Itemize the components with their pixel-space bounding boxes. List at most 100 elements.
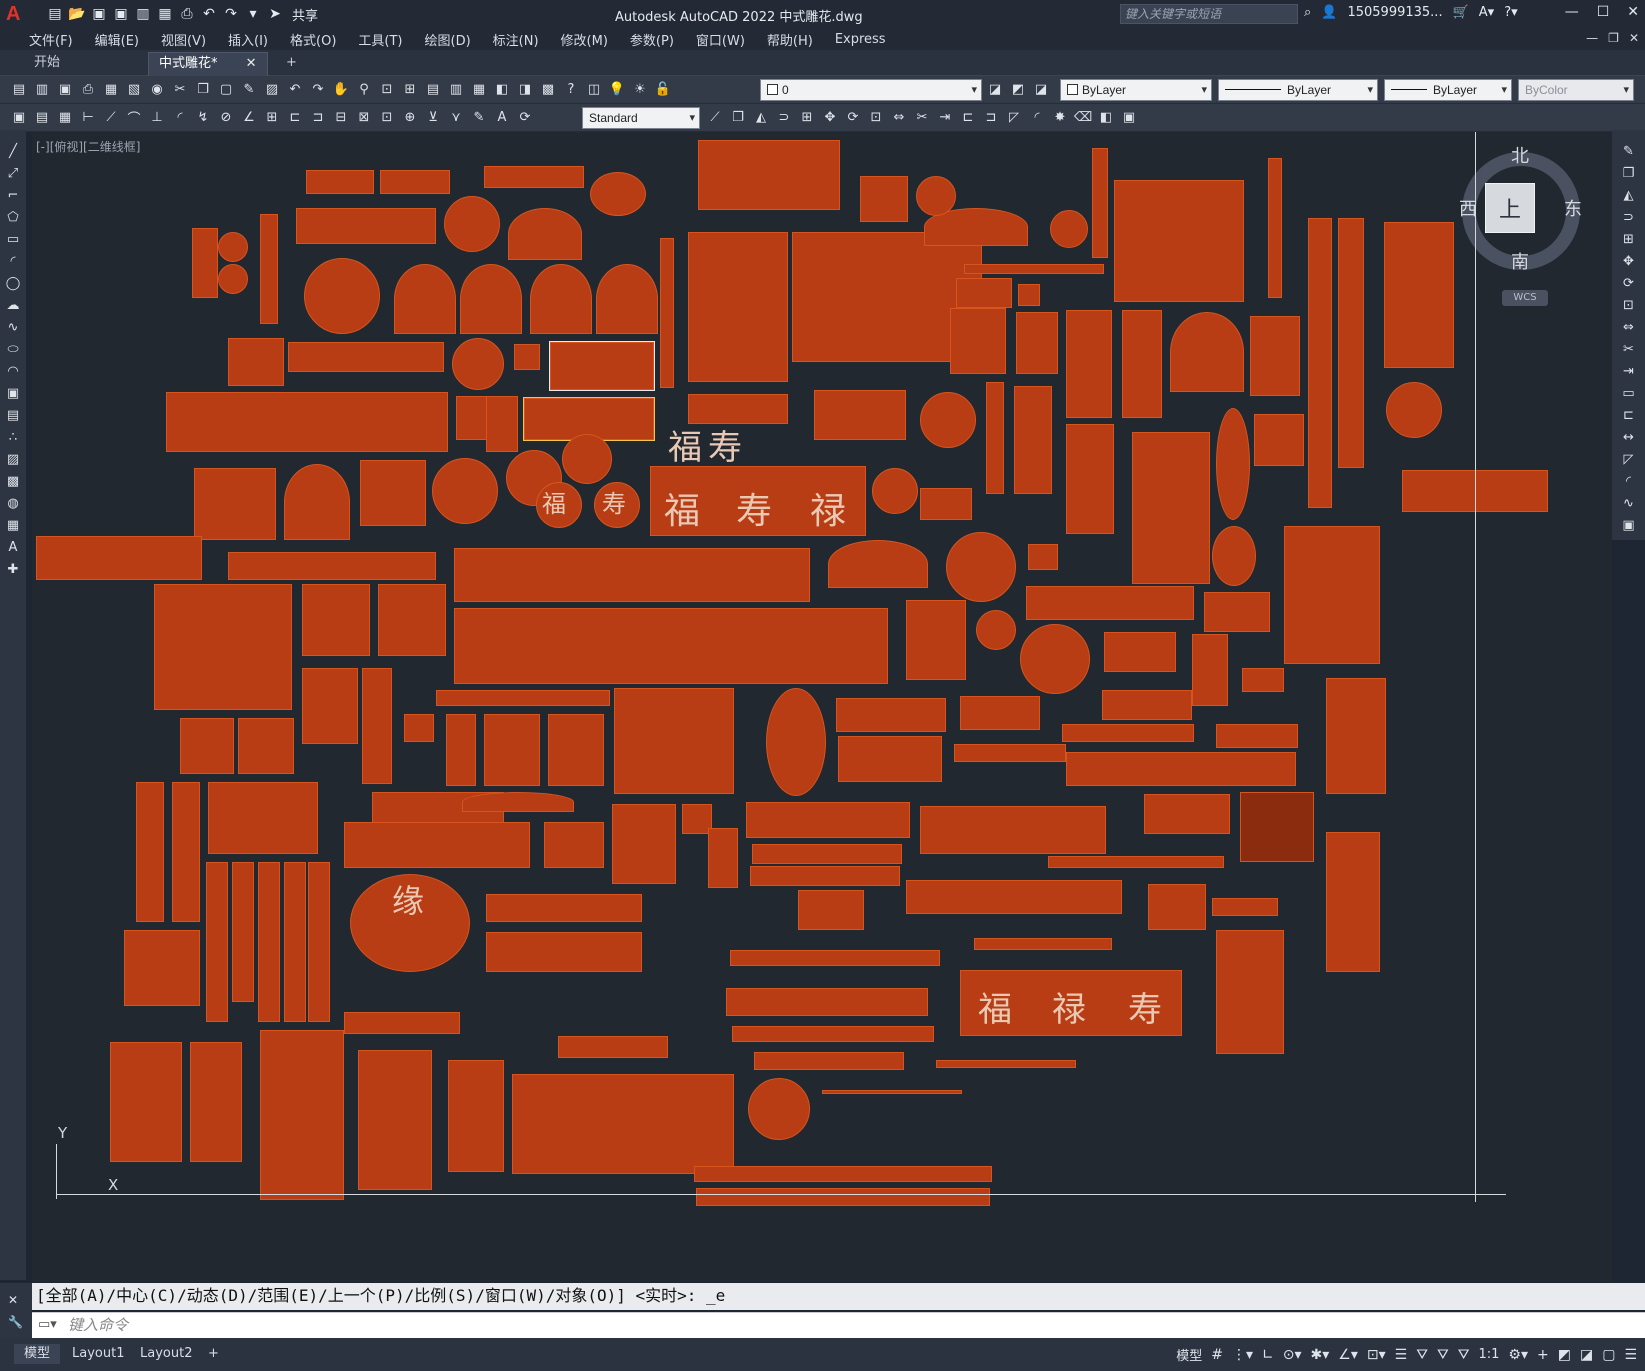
explode-icon[interactable]: ▣ xyxy=(1620,516,1638,534)
text-style-dropdown[interactable]: Standard xyxy=(582,107,700,129)
layer-sun-icon[interactable]: ☀ xyxy=(631,80,649,98)
design-center-icon[interactable]: ▥ xyxy=(447,80,465,98)
dim-text-edit-icon[interactable]: A xyxy=(493,108,511,126)
break-icon[interactable]: ⊏ xyxy=(959,108,977,126)
customize-command-icon[interactable]: 🔧 xyxy=(0,1307,32,1329)
layer-properties-icon[interactable]: ◫ xyxy=(585,80,603,98)
ellipse-arc-icon[interactable]: ◠ xyxy=(4,362,22,380)
join-icon[interactable]: ↔ xyxy=(1620,428,1638,446)
publish-icon[interactable]: ▦ xyxy=(156,5,174,23)
menu-parametric[interactable]: 参数(P) xyxy=(619,30,685,49)
tab-layout2[interactable]: Layout2 xyxy=(130,1344,202,1364)
save-icon[interactable]: ▣ xyxy=(90,5,108,23)
cut-icon[interactable]: ✂ xyxy=(171,80,189,98)
make-block-icon[interactable]: ▤ xyxy=(4,406,22,424)
osnap-icon[interactable]: ⊡▾ xyxy=(1367,1347,1386,1363)
line-icon[interactable]: ╱ xyxy=(4,142,22,160)
redo-icon[interactable]: ↷ xyxy=(309,80,327,98)
customization-icon[interactable]: ☰ xyxy=(1624,1347,1637,1363)
revision-cloud-icon[interactable]: ☁ xyxy=(4,296,22,314)
move-icon[interactable]: ✥ xyxy=(821,108,839,126)
search-input[interactable]: 键入关键字或短语 xyxy=(1120,4,1298,24)
scale-icon[interactable]: ⊡ xyxy=(1620,296,1638,314)
block-editor-icon[interactable]: ▨ xyxy=(263,80,281,98)
open-file-icon[interactable]: 📂 xyxy=(68,5,86,23)
help-icon[interactable]: ? xyxy=(562,80,580,98)
publish-icon[interactable]: ▧ xyxy=(125,80,143,98)
array-icon[interactable]: ⊞ xyxy=(798,108,816,126)
plot-preview-icon[interactable]: ▦ xyxy=(102,80,120,98)
copy-icon[interactable]: ❐ xyxy=(194,80,212,98)
close-button[interactable]: ✕ xyxy=(1627,4,1639,20)
autocad-logo[interactable]: A xyxy=(6,3,32,25)
command-input[interactable]: 键入命令 xyxy=(32,1312,1645,1338)
explode-icon[interactable]: ✸ xyxy=(1051,108,1069,126)
dim-style-icon[interactable]: ⟋ xyxy=(706,108,724,126)
baseline-dim-icon[interactable]: ⊏ xyxy=(286,108,304,126)
tab-active-drawing[interactable]: 中式雕花* ✕ xyxy=(148,52,268,76)
auto-scale-icon[interactable]: ⛛ xyxy=(1437,1347,1449,1363)
make-current-layer-icon[interactable]: ◪ xyxy=(986,80,1004,98)
user-icon[interactable]: 👤 xyxy=(1321,5,1337,20)
move-icon[interactable]: ✥ xyxy=(1620,252,1638,270)
doc-restore-button[interactable]: ❐ xyxy=(1608,31,1619,45)
menu-edit[interactable]: 编辑(E) xyxy=(84,30,150,49)
center-mark-icon[interactable]: ⊕ xyxy=(401,108,419,126)
dim-break-icon[interactable]: ⊠ xyxy=(355,108,373,126)
table-icon[interactable]: ▦ xyxy=(4,516,22,534)
make-block-icon[interactable]: ▤ xyxy=(33,108,51,126)
fillet-icon[interactable]: ◜ xyxy=(1028,108,1046,126)
new-file-icon[interactable]: ▤ xyxy=(46,5,64,23)
menu-view[interactable]: 视图(V) xyxy=(150,30,217,49)
menu-modify[interactable]: 修改(M) xyxy=(550,30,619,49)
open-icon[interactable]: ▥ xyxy=(33,80,51,98)
doc-close-button[interactable]: ✕ xyxy=(1629,31,1639,45)
tool-palettes-icon[interactable]: ▦ xyxy=(470,80,488,98)
rotate-icon[interactable]: ⟳ xyxy=(1620,274,1638,292)
arc-length-icon[interactable]: ⌒ xyxy=(125,108,143,127)
inspect-icon[interactable]: ⊻ xyxy=(424,108,442,126)
trim-icon[interactable]: ✂ xyxy=(913,108,931,126)
jogged-dim-icon[interactable]: ↯ xyxy=(194,108,212,126)
paste-icon[interactable]: ▢ xyxy=(217,80,235,98)
fillet-icon[interactable]: ◜ xyxy=(1620,472,1638,490)
dim-edit-icon[interactable]: ✎ xyxy=(470,108,488,126)
layer-bulb-icon[interactable]: 💡 xyxy=(608,80,626,98)
calculator-icon[interactable]: ▩ xyxy=(539,80,557,98)
jogged-linear-icon[interactable]: ⋎ xyxy=(447,108,465,126)
menu-help[interactable]: 帮助(H) xyxy=(756,30,824,49)
stretch-icon[interactable]: ⇔ xyxy=(890,108,908,126)
break-point-icon[interactable]: ▭ xyxy=(1620,384,1638,402)
zoom-realtime-icon[interactable]: ⚲ xyxy=(355,80,373,98)
insert-block-icon[interactable]: ▣ xyxy=(10,108,28,126)
trim-icon[interactable]: ✂ xyxy=(1620,340,1638,358)
menu-express[interactable]: Express xyxy=(824,32,897,47)
stretch-icon[interactable]: ⇔ xyxy=(1620,318,1638,336)
insert-block-icon[interactable]: ▣ xyxy=(4,384,22,402)
linetype-dropdown[interactable]: ByLayer xyxy=(1218,79,1378,101)
menu-window[interactable]: 窗口(W) xyxy=(685,30,756,49)
viewcube-north[interactable]: 北 xyxy=(1511,142,1529,168)
match-properties-icon[interactable]: ✎ xyxy=(240,80,258,98)
workspace-gear-icon[interactable]: ⚙▾ xyxy=(1508,1347,1528,1363)
minimize-button[interactable]: — xyxy=(1565,4,1579,20)
menu-draw[interactable]: 绘图(D) xyxy=(414,30,482,49)
dim-space-icon[interactable]: ⊟ xyxy=(332,108,350,126)
scale-icon[interactable]: ⊡ xyxy=(867,108,885,126)
drawing-canvas[interactable]: [-][俯视][二维线框] 福 寿 福 寿 禄 福 禄 寿 福 寿 缘 上 北 … xyxy=(32,132,1612,1282)
viewport-controls[interactable]: [-][俯视][二维线框] xyxy=(36,138,140,155)
help-icon[interactable]: ?▾ xyxy=(1504,5,1517,20)
join-icon[interactable]: ⊐ xyxy=(982,108,1000,126)
tab-start[interactable]: 开始 xyxy=(24,52,70,76)
tab-layout1[interactable]: Layout1 xyxy=(62,1344,134,1364)
layer-lock-icon[interactable]: 🔓 xyxy=(654,80,672,98)
lineweight-dropdown[interactable]: ByLayer xyxy=(1384,79,1512,101)
doc-minimize-button[interactable]: — xyxy=(1586,31,1598,45)
linear-dim-icon[interactable]: ⊢ xyxy=(79,108,97,126)
undo-icon[interactable]: ↶ xyxy=(200,5,218,23)
wcs-menu[interactable]: WCS xyxy=(1502,290,1548,306)
polygon-icon[interactable]: ⬠ xyxy=(4,208,22,226)
mirror-icon[interactable]: ◭ xyxy=(1620,186,1638,204)
annotation-visibility-icon[interactable]: ⛛ xyxy=(1416,1347,1428,1363)
properties-icon[interactable]: ▤ xyxy=(424,80,442,98)
